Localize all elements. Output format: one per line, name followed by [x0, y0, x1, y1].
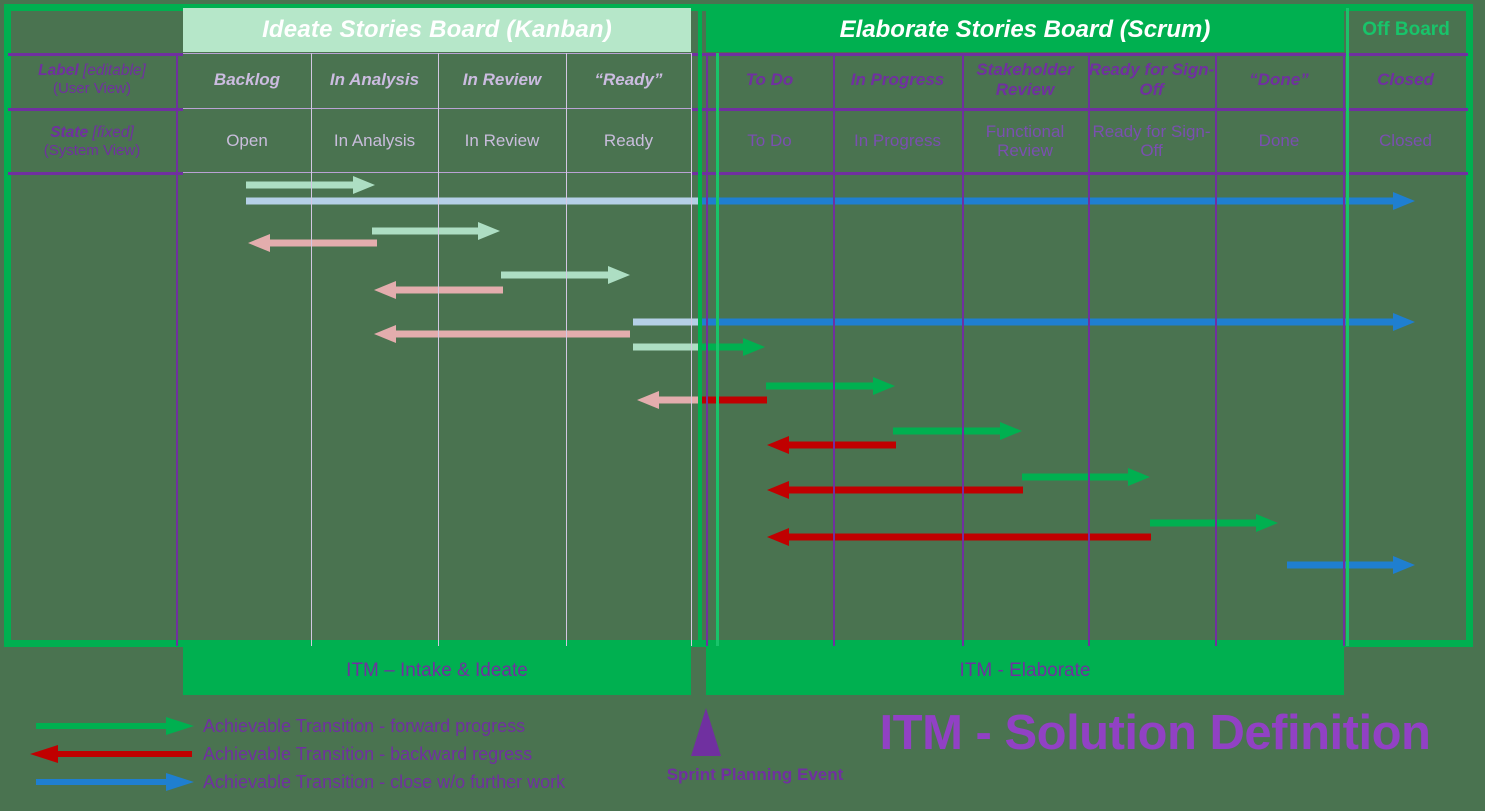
legend: Achievable Transition - forward progress… — [28, 712, 648, 796]
grid-vline — [706, 53, 708, 646]
grid-hline — [8, 108, 183, 111]
legend-item: Achievable Transition - close w/o furthe… — [28, 768, 648, 796]
grid-hline — [706, 53, 1468, 56]
column-state-1: In Analysis — [333, 131, 416, 151]
footer-bar-elaborate-text: ITM - Elaborate — [959, 660, 1091, 681]
column-label-2: In Review — [462, 69, 542, 89]
column-label-4: To Do — [745, 69, 794, 89]
column-label-5: In Progress — [850, 69, 945, 89]
column-label-7: Ready for Sign-Off — [1088, 60, 1215, 99]
grid-hline — [8, 53, 183, 56]
sprint-planning-event-triangle-icon — [691, 708, 721, 756]
column-state-6: Functional Review — [985, 121, 1065, 160]
grid-vline — [1215, 53, 1217, 646]
legend-arrow-forward-icon — [36, 717, 194, 735]
grid-hline — [706, 172, 1468, 175]
column-state-5: In Progress — [854, 131, 941, 151]
row-header-state-sub: (System View) — [43, 141, 141, 159]
offboard-title-text: Off Board — [1362, 19, 1450, 40]
column-label-8: “Done” — [1249, 69, 1309, 89]
grid-vline — [1343, 53, 1345, 646]
row-header-label-italic: [editable] — [78, 61, 146, 79]
legend-arrow-backward-icon — [30, 745, 192, 763]
row-header-state: State [fixed] (System View) — [8, 110, 176, 172]
grid-hline — [8, 172, 183, 175]
legend-arrow-close-icon — [36, 773, 194, 791]
column-label-0: Backlog — [213, 69, 281, 89]
column-label-1: In Analysis — [329, 69, 420, 89]
row-header-label-bold: Label — [38, 61, 79, 79]
grid-vline — [962, 53, 964, 646]
main-title: ITM - Solution Definition — [879, 706, 1431, 760]
legend-item: Achievable Transition - backward regress — [28, 740, 648, 768]
column-state-4: To Do — [747, 131, 792, 151]
grid-hline — [183, 108, 691, 109]
scrum-board-title: Elaborate Stories Board (Scrum) — [706, 8, 1344, 52]
column-state-8: Done — [1258, 131, 1300, 151]
grid-vline — [176, 53, 178, 646]
column-label-9: Closed — [1377, 69, 1434, 89]
grid-vline — [566, 53, 567, 646]
row-header-label: Label [editable] (User View) — [8, 53, 176, 105]
column-state-3: Ready — [603, 131, 654, 151]
offboard-title: Off Board — [1344, 8, 1468, 52]
grid-vline — [716, 53, 719, 646]
footer-bar-elaborate: ITM - Elaborate — [706, 647, 1344, 695]
grid-vline — [698, 8, 702, 646]
column-state-0: Open — [226, 131, 268, 151]
sprint-planning-event-label: Sprint Planning Event — [666, 765, 844, 784]
column-state-2: In Review — [464, 131, 540, 151]
grid-vline — [1346, 8, 1349, 646]
row-header-label-sub: (User View) — [52, 79, 132, 97]
footer-bar-intake-ideate-text: ITM – Intake & Ideate — [346, 660, 528, 681]
legend-label-backward: Achievable Transition - backward regress — [203, 744, 533, 764]
footer-bar-intake-ideate: ITM – Intake & Ideate — [183, 647, 691, 695]
legend-label-forward: Achievable Transition - forward progress — [203, 716, 526, 736]
grid-vline — [438, 53, 439, 646]
column-state-9: Closed — [1379, 131, 1432, 151]
legend-item: Achievable Transition - forward progress — [28, 712, 648, 740]
row-header-state-italic: [fixed] — [88, 123, 134, 141]
grid-hline — [183, 172, 691, 173]
column-label-6: Stakeholder Review — [976, 60, 1074, 99]
column-state-7: Ready for Sign-Off — [1092, 121, 1211, 160]
grid-vline — [311, 53, 312, 646]
column-label-3: “Ready” — [594, 69, 663, 89]
grid-hline — [706, 108, 1468, 111]
grid-hline — [183, 53, 691, 54]
legend-label-close: Achievable Transition - close w/o furthe… — [203, 772, 566, 792]
kanban-board-title-text: Ideate Stories Board (Kanban) — [262, 16, 612, 43]
row-header-state-bold: State — [50, 123, 89, 141]
scrum-board-title-text: Elaborate Stories Board (Scrum) — [839, 16, 1211, 43]
grid-vline — [833, 53, 835, 646]
kanban-board-title: Ideate Stories Board (Kanban) — [183, 8, 691, 52]
grid-vline — [691, 53, 692, 646]
diagram-canvas: Ideate Stories Board (Kanban) Elaborate … — [0, 0, 1485, 811]
grid-vline — [1088, 53, 1090, 646]
